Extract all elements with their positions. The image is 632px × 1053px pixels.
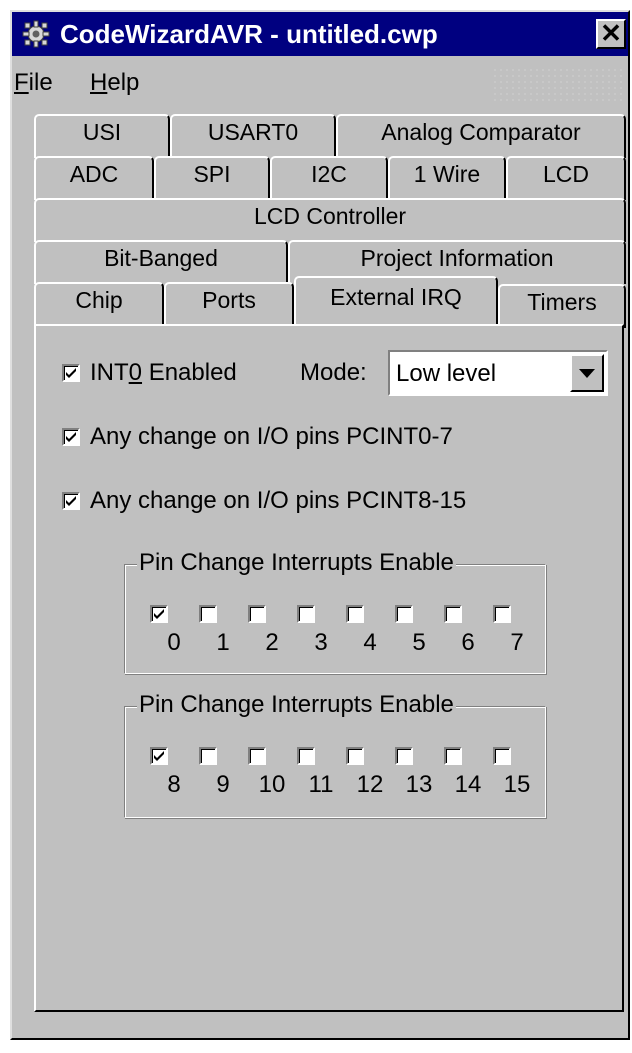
mode-dropdown-value: Low level — [396, 360, 497, 387]
pin-number: 1 — [216, 629, 230, 656]
pin-change-group-0-7: Pin Change Interrupts Enable 0 1 2 3 4 5… — [124, 549, 546, 674]
pin-number: 2 — [265, 629, 279, 656]
pin-number: 14 — [454, 771, 482, 798]
mode-dropdown[interactable]: Low level — [388, 350, 608, 396]
codewizard-window: CodeWizardAVR - untitled.cwp ✕ File Help… — [10, 10, 630, 1040]
menu-bar: File Help — [12, 67, 628, 101]
pin-checkbox[interactable] — [248, 605, 266, 623]
pin-checkbox[interactable] — [444, 747, 462, 765]
external-irq-panel: INT0 Enabled Mode: Low level Any change … — [34, 324, 624, 1012]
pin-number: 8 — [167, 771, 181, 798]
tab-usart0[interactable]: USART0 — [170, 114, 336, 158]
pin-number: 3 — [314, 629, 328, 656]
window-title: CodeWizardAVR - untitled.cwp — [60, 19, 438, 49]
pin-number: 9 — [216, 771, 230, 798]
tab-1-wire[interactable]: 1 Wire — [388, 156, 506, 200]
pin-number: 12 — [356, 771, 384, 798]
chevron-down-icon — [579, 369, 595, 378]
pin-number: 11 — [308, 771, 334, 798]
tab-spi[interactable]: SPI — [154, 156, 270, 200]
pin-change-group-8-15: Pin Change Interrupts Enable 8 9 10 11 1… — [124, 691, 546, 818]
check-icon — [66, 368, 76, 378]
pin-number: 0 — [167, 629, 181, 656]
pin-number: 13 — [405, 771, 433, 798]
pin-checkbox[interactable] — [395, 605, 413, 623]
tab-analog-comparator[interactable]: Analog Comparator — [336, 114, 626, 158]
pin-number: 6 — [461, 629, 475, 656]
tab-timers[interactable]: Timers — [498, 284, 626, 328]
pin-checkbox[interactable] — [444, 605, 462, 623]
tab-external-irq[interactable]: External IRQ — [294, 276, 498, 324]
pin-checkbox[interactable] — [493, 747, 511, 765]
pin-number: 7 — [510, 629, 524, 656]
tab-lcd-controller[interactable]: LCD Controller — [34, 198, 626, 242]
gear-icon — [22, 20, 50, 48]
mode-label: Mode: — [300, 359, 367, 386]
check-icon — [154, 751, 164, 761]
pin-checkbox[interactable] — [150, 747, 168, 765]
pin-checkbox[interactable] — [493, 605, 511, 623]
pin-number: 5 — [412, 629, 426, 656]
menu-file[interactable]: File — [14, 69, 53, 97]
tab-usi[interactable]: USI — [34, 114, 170, 158]
pin-checkbox[interactable] — [248, 747, 266, 765]
pin-number: 4 — [363, 629, 377, 656]
pcint0-7-label[interactable]: Any change on I/O pins PCINT0-7 — [90, 423, 453, 451]
pin-checkbox[interactable] — [297, 605, 315, 623]
tab-i2c[interactable]: I2C — [270, 156, 388, 200]
pin-checkbox[interactable] — [395, 747, 413, 765]
tab-ports[interactable]: Ports — [164, 282, 294, 326]
menu-bar-texture — [492, 67, 622, 101]
title-bar[interactable]: CodeWizardAVR - untitled.cwp ✕ — [12, 12, 628, 56]
check-icon — [154, 609, 164, 619]
tab-chip[interactable]: Chip — [34, 282, 164, 326]
pin-checkbox[interactable] — [297, 747, 315, 765]
int0-enabled-checkbox[interactable] — [62, 364, 80, 382]
check-icon — [66, 432, 76, 442]
tab-lcd[interactable]: LCD — [506, 156, 626, 200]
pin-checkbox[interactable] — [346, 747, 364, 765]
pcint8-15-checkbox[interactable] — [62, 492, 80, 510]
tab-adc[interactable]: ADC — [34, 156, 154, 200]
int0-enabled-label[interactable]: INT0 Enabled — [90, 359, 237, 387]
close-icon: ✕ — [600, 18, 622, 48]
check-icon — [66, 496, 76, 506]
pin-checkbox[interactable] — [150, 605, 168, 623]
menu-help[interactable]: Help — [90, 69, 139, 97]
pin-checkbox[interactable] — [346, 605, 364, 623]
pin-checkbox[interactable] — [199, 747, 217, 765]
mode-dropdown-button[interactable] — [570, 354, 604, 392]
group-title: Pin Change Interrupts Enable — [137, 691, 456, 719]
close-button[interactable]: ✕ — [596, 19, 626, 49]
pcint8-15-label[interactable]: Any change on I/O pins PCINT8-15 — [90, 487, 466, 515]
pin-number: 15 — [503, 771, 531, 798]
group-title: Pin Change Interrupts Enable — [137, 549, 456, 577]
pin-checkbox[interactable] — [199, 605, 217, 623]
pcint0-7-checkbox[interactable] — [62, 428, 80, 446]
pin-number: 10 — [258, 771, 286, 798]
tab-bit-banged[interactable]: Bit-Banged — [34, 240, 288, 284]
